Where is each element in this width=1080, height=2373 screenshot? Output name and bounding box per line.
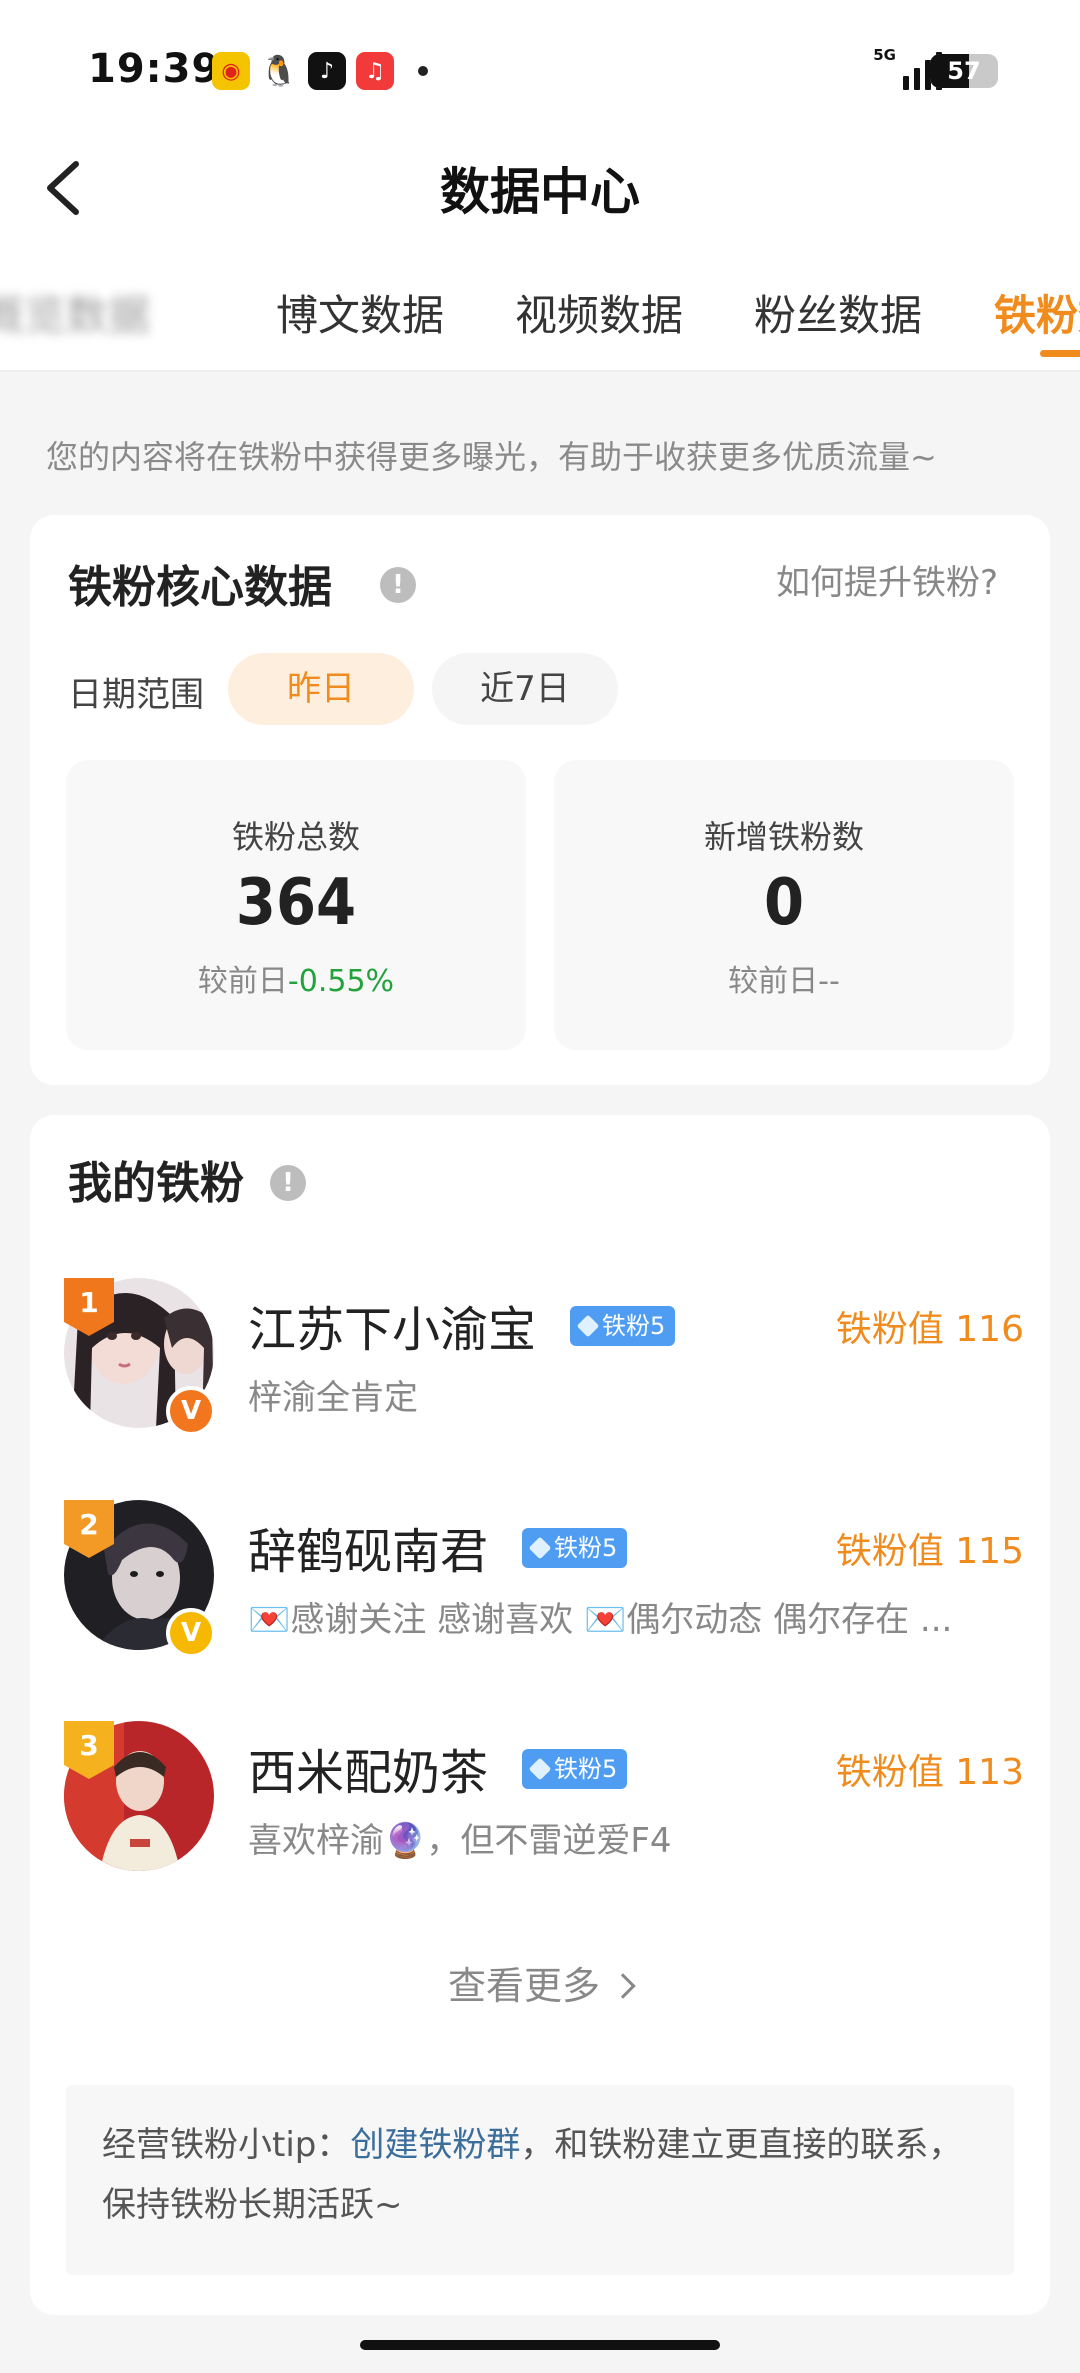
my-iron-fans-card: 我的铁粉 ! 1 V 江苏下小渝宝 铁粉5 铁粉值 116 梓渝全肯定 2 V … <box>30 1115 1050 2315</box>
fan-name: 西米配奶茶 <box>248 1745 489 1801</box>
compare-prefix: 较前日 <box>728 964 819 999</box>
rank-badge: 3 <box>64 1721 114 1779</box>
my-fans-title: 我的铁粉 <box>68 1158 244 1209</box>
level-text: 铁粉5 <box>554 1755 618 1783</box>
info-icon[interactable]: ! <box>380 567 416 603</box>
diamond-icon <box>528 1536 552 1560</box>
fan-list-item[interactable]: 3 西米配奶茶 铁粉5 铁粉值 113 喜欢梓渝🔮，但不雷逆爱F4 <box>64 1721 1024 1881</box>
tip-text: 经营铁粉小tip：创建铁粉群，和铁粉建立更直接的联系，保持铁粉长期活跃~ <box>102 2115 978 2235</box>
tab-overview[interactable]: 概览数据 <box>0 282 150 343</box>
active-tab-indicator <box>1040 350 1080 357</box>
fan-description: 梓渝全肯定 <box>248 1378 418 1418</box>
create-fan-group-link[interactable]: 创建铁粉群 <box>350 2125 520 2165</box>
see-more-label: 查看更多 <box>447 1964 600 2008</box>
signal-bar <box>903 76 909 90</box>
exposure-notice: 您的内容将在铁粉中获得更多曝光，有助于收获更多优质流量~ <box>46 438 937 476</box>
fan-value: 铁粉值 116 <box>835 1309 1024 1350</box>
data-tabs: 概览数据 博文数据 视频数据 粉丝数据 铁粉数据 <box>0 270 1080 370</box>
network-type: 5G <box>873 46 896 64</box>
level-text: 铁粉5 <box>602 1312 666 1340</box>
music-icon: ♫ <box>356 52 394 90</box>
tab-posts[interactable]: 博文数据 <box>276 282 444 343</box>
info-icon[interactable]: ! <box>270 1165 306 1201</box>
stat-compare: 较前日-0.55% <box>66 956 526 1000</box>
fan-value: 铁粉值 115 <box>835 1531 1024 1572</box>
top-area: 19:39 ◉ 🐧 ♪ ♫ 5G 57 数据中心 概览数据 博文数据 视频数据 <box>0 0 1080 372</box>
core-data-card: 铁粉核心数据 ! 如何提升铁粉? 日期范围 昨日 近7日 铁粉总数 364 较前… <box>30 515 1050 1085</box>
fan-value: 铁粉值 113 <box>835 1752 1024 1793</box>
status-bar: 19:39 ◉ 🐧 ♪ ♫ 5G 57 <box>0 0 1080 140</box>
verified-icon: V <box>166 1608 216 1658</box>
tip-prefix: 经营铁粉小tip： <box>102 2125 351 2165</box>
tab-videos[interactable]: 视频数据 <box>515 282 683 343</box>
compare-change: -- <box>818 964 840 999</box>
iron-fan-level-badge: 铁粉5 <box>522 1528 628 1568</box>
home-indicator[interactable] <box>360 2340 720 2350</box>
weibo-icon: ◉ <box>212 52 250 90</box>
chevron-right-icon <box>610 1972 636 1999</box>
page-title: 数据中心 <box>440 163 640 221</box>
more-notifications-dot <box>418 66 428 76</box>
rank-number: 3 <box>79 1729 99 1762</box>
battery-level: 57 <box>947 57 981 85</box>
rank-badge: 2 <box>64 1500 114 1558</box>
compare-change: -0.55% <box>287 964 395 999</box>
signal-bar <box>914 68 920 90</box>
date-range-label: 日期范围 <box>68 675 204 715</box>
level-text: 铁粉5 <box>554 1534 618 1562</box>
stat-label: 新增铁粉数 <box>703 818 864 856</box>
how-to-improve-link[interactable]: 如何提升铁粉? <box>776 555 998 604</box>
fan-name: 辞鹤砚南君 <box>248 1524 489 1580</box>
tab-fans[interactable]: 粉丝数据 <box>754 282 922 343</box>
iron-fan-level-badge: 铁粉5 <box>570 1306 676 1346</box>
iron-fan-level-badge: 铁粉5 <box>522 1749 628 1789</box>
battery-icon: 57 <box>930 54 998 88</box>
stat-new-fans: 新增铁粉数 0 较前日-- <box>554 760 1014 1050</box>
status-time: 19:39 <box>88 46 221 92</box>
date-option-7-days[interactable]: 近7日 <box>432 653 618 725</box>
diamond-icon <box>576 1314 600 1338</box>
stat-label: 铁粉总数 <box>231 818 360 856</box>
compare-prefix: 较前日 <box>197 964 288 999</box>
fan-tip-box: 经营铁粉小tip：创建铁粉群，和铁粉建立更直接的联系，保持铁粉长期活跃~ <box>66 2085 1014 2275</box>
stat-value: 0 <box>763 866 805 940</box>
date-option-yesterday[interactable]: 昨日 <box>228 653 414 725</box>
fan-name: 江苏下小渝宝 <box>248 1302 537 1358</box>
fan-list-item[interactable]: 2 V 辞鹤砚南君 铁粉5 铁粉值 115 💌感谢关注 感谢喜欢 💌偶尔动态 偶… <box>64 1500 1024 1660</box>
rank-number: 2 <box>79 1508 99 1541</box>
tab-iron-fans[interactable]: 铁粉数据 <box>994 282 1080 343</box>
fan-description: 💌感谢关注 感谢喜欢 💌偶尔动态 偶尔存在 ... <box>248 1600 953 1640</box>
fan-description: 喜欢梓渝🔮，但不雷逆爱F4 <box>248 1821 672 1861</box>
rank-badge: 1 <box>64 1278 114 1336</box>
stat-total-fans: 铁粉总数 364 较前日-0.55% <box>66 760 526 1050</box>
rank-number: 1 <box>79 1286 99 1319</box>
stat-compare: 较前日-- <box>554 956 1014 1000</box>
qq-icon: 🐧 <box>260 52 298 90</box>
stat-value: 364 <box>235 866 357 940</box>
notification-icons: ◉ 🐧 ♪ ♫ <box>212 52 428 90</box>
tiktok-icon: ♪ <box>308 52 346 90</box>
verified-icon: V <box>166 1386 216 1436</box>
header-divider <box>0 370 1080 372</box>
diamond-icon <box>528 1757 552 1781</box>
see-more-button[interactable]: 查看更多 <box>30 1955 1050 2010</box>
core-data-title: 铁粉核心数据 <box>68 562 332 613</box>
fan-list-item[interactable]: 1 V 江苏下小渝宝 铁粉5 铁粉值 116 梓渝全肯定 <box>64 1278 1024 1438</box>
